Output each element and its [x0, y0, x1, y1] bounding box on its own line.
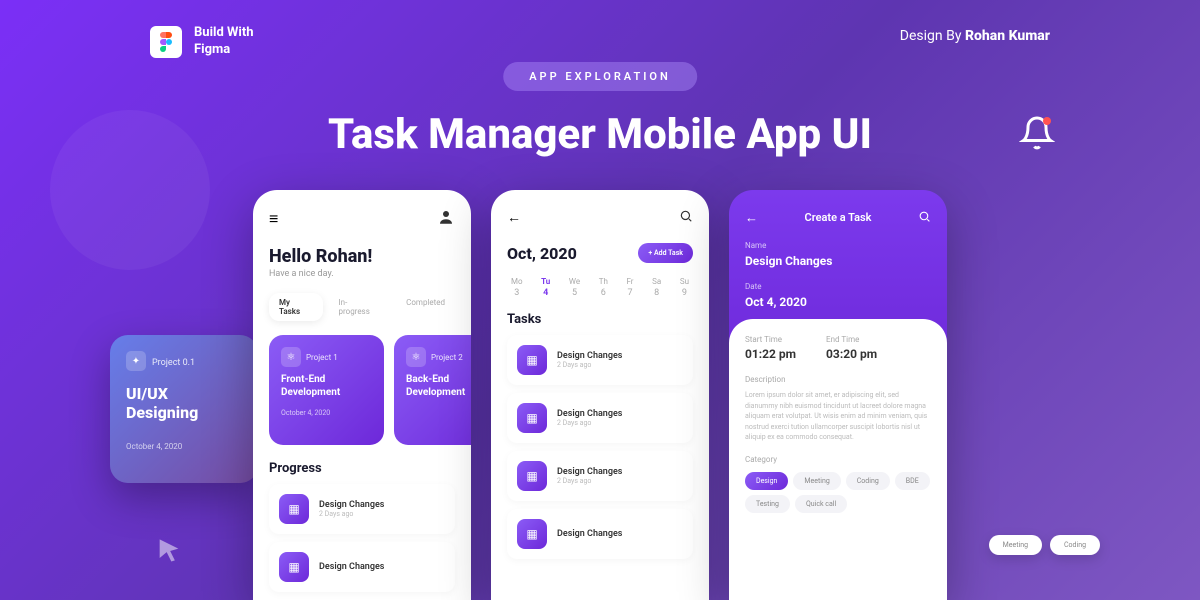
greeting: Hello Rohan! [269, 246, 455, 267]
notification-dot [1043, 117, 1051, 125]
tab-my-tasks[interactable]: My Tasks [269, 293, 323, 321]
float-title: UI/UX Designing [126, 384, 242, 422]
doc-icon: ▦ [279, 494, 309, 524]
calendar-row: Mo3 Tu4 We5 Th6 Fr7 Sa8 Su9 [507, 277, 693, 298]
credit-name: Rohan Kumar [965, 28, 1050, 44]
greeting-sub: Have a nice day. [269, 269, 455, 279]
card-title: Back-End Development [406, 373, 471, 399]
category-chip[interactable]: Meeting [793, 472, 840, 490]
cal-day[interactable]: Th6 [599, 277, 608, 298]
cursor-icon [155, 537, 183, 565]
task-row[interactable]: ▦Design Changes2 Days ago [507, 393, 693, 443]
extra-chips: Meeting Coding [989, 535, 1100, 555]
task-row[interactable]: ▦ Design Changes2 Days ago [269, 484, 455, 534]
month-label: Oct, 2020 [507, 244, 577, 263]
profile-icon[interactable] [437, 208, 455, 230]
date-value[interactable]: Oct 4, 2020 [745, 295, 931, 309]
chip[interactable]: Coding [1050, 535, 1100, 555]
name-value[interactable]: Design Changes [745, 254, 931, 268]
main-title: Task Manager Mobile App UI [328, 110, 872, 159]
badge: APP EXPLORATION [503, 62, 697, 91]
task-name: Design Changes [319, 500, 445, 510]
task-row[interactable]: ▦ Design Changes [269, 542, 455, 592]
end-label: End Time [826, 335, 877, 344]
date-label: Date [745, 282, 931, 291]
phone-home: ≡ Hello Rohan! Have a nice day. My Tasks… [253, 190, 471, 600]
project-cards: ⚛ Project 1 Front-End Development October… [269, 335, 455, 445]
task-row[interactable]: ▦Design Changes2 Days ago [507, 335, 693, 385]
desc-text: Lorem ipsum dolor sit amet, er adipiscin… [745, 390, 931, 443]
doc-icon: ▦ [517, 403, 547, 433]
category-chip[interactable]: Coding [846, 472, 890, 490]
cal-day[interactable]: Tu4 [541, 277, 550, 298]
name-label: Name [745, 241, 931, 250]
float-project-label: Project 0.1 [152, 358, 195, 368]
task-row[interactable]: ▦Design Changes [507, 509, 693, 559]
doc-icon: ▦ [517, 345, 547, 375]
project-card[interactable]: ⚛ Project 2 Back-End Development [394, 335, 471, 445]
start-label: Start Time [745, 335, 796, 344]
cal-day[interactable]: Fr7 [626, 277, 633, 298]
tab-in-progress[interactable]: In- progress [329, 293, 391, 321]
task-name: Design Changes [319, 562, 445, 572]
code-icon: ⚛ [281, 347, 301, 367]
search-icon[interactable] [679, 208, 693, 227]
card-title: Front-End Development [281, 373, 372, 399]
tab-completed[interactable]: Completed [396, 293, 455, 321]
desc-label: Description [745, 375, 931, 384]
category-chip[interactable]: Design [745, 472, 788, 490]
doc-icon: ▦ [279, 552, 309, 582]
progress-title: Progress [269, 461, 455, 476]
back-icon[interactable]: ← [507, 209, 521, 226]
figma-icon [150, 26, 182, 58]
cal-day[interactable]: We5 [569, 277, 580, 298]
bg-circle [50, 110, 210, 270]
cal-day[interactable]: Sa8 [652, 277, 661, 298]
start-value[interactable]: 01:22 pm [745, 347, 796, 361]
project-card[interactable]: ⚛ Project 1 Front-End Development October… [269, 335, 384, 445]
phone-create: ← Create a Task Name Design Changes Date… [729, 190, 947, 600]
code-icon: ⚛ [406, 347, 426, 367]
menu-icon[interactable]: ≡ [269, 209, 278, 229]
category-chip[interactable]: BDE [895, 472, 930, 490]
float-date: October 4, 2020 [126, 442, 242, 451]
cal-day[interactable]: Su9 [680, 277, 689, 298]
task-sub: 2 Days ago [319, 510, 445, 518]
add-task-button[interactable]: + Add Task [638, 243, 693, 263]
category-chip[interactable]: Quick call [795, 495, 847, 513]
card-date: October 4, 2020 [281, 409, 372, 417]
card-label: Project 2 [431, 353, 463, 362]
search-icon[interactable] [918, 208, 931, 227]
task-tabs: My Tasks In- progress Completed [269, 293, 455, 321]
phone-calendar: ← Oct, 2020 + Add Task Mo3 Tu4 We5 Th6 Fr7 Sa… [491, 190, 709, 600]
category-chip[interactable]: Testing [745, 495, 790, 513]
brand-block: Build With Figma [150, 25, 254, 59]
task-row[interactable]: ▦Design Changes2 Days ago [507, 451, 693, 501]
credit: Design By Rohan Kumar [900, 28, 1050, 44]
tasks-title: Tasks [507, 312, 693, 327]
doc-icon: ▦ [517, 461, 547, 491]
end-value[interactable]: 03:20 pm [826, 347, 877, 361]
doc-icon: ▦ [517, 519, 547, 549]
spark-icon: ✦ [126, 351, 146, 371]
float-project-card[interactable]: ✦ Project 0.1 UI/UX Designing October 4,… [110, 335, 258, 483]
cal-day[interactable]: Mo3 [511, 277, 523, 298]
create-title: Create a Task [758, 211, 918, 224]
cat-label: Category [745, 455, 931, 464]
credit-pre: Design By [900, 28, 965, 44]
chip[interactable]: Meeting [989, 535, 1042, 555]
back-icon[interactable]: ← [745, 210, 758, 226]
brand-text: Build With Figma [194, 25, 254, 59]
bell-icon[interactable] [1019, 115, 1055, 151]
card-label: Project 1 [306, 353, 338, 362]
